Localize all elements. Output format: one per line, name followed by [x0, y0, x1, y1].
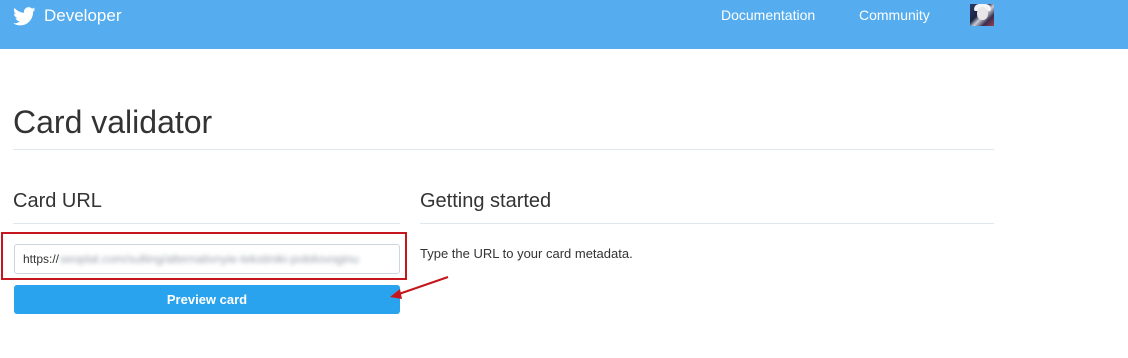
title-divider [13, 149, 994, 150]
card-url-heading: Card URL [13, 190, 102, 212]
nav-documentation-link[interactable]: Documentation [721, 7, 815, 23]
getting-started-divider [420, 223, 994, 224]
user-avatar[interactable] [970, 4, 994, 26]
preview-card-button[interactable]: Preview card [14, 285, 400, 314]
url-prefix-text: https:// [23, 252, 60, 266]
brand-link[interactable]: Developer [13, 5, 122, 27]
annotation-arrow-icon [390, 276, 449, 299]
getting-started-heading: Getting started [420, 190, 552, 212]
card-url-divider [13, 223, 400, 224]
url-obscured-text: seoplat.com/sulting/alternativnyie-tekst… [60, 252, 359, 266]
getting-started-text: Type the URL to your card metadata. [420, 246, 633, 261]
brand-label: Developer [44, 6, 122, 25]
avatar-face [977, 7, 988, 20]
nav-community-link[interactable]: Community [859, 7, 930, 23]
card-url-input[interactable]: https:// seoplat.com/sulting/alternativn… [14, 244, 400, 274]
page-title: Card validator [13, 104, 213, 140]
top-navigation-bar: Developer Documentation Community [0, 0, 1128, 49]
twitter-bird-icon [13, 6, 36, 25]
